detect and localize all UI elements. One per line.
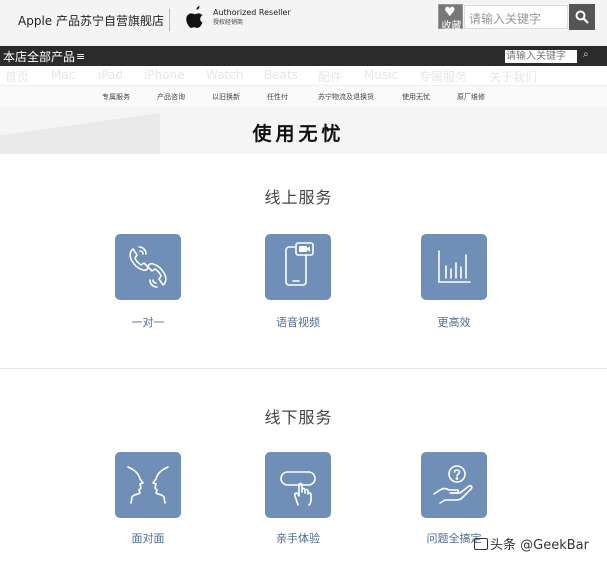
phone-calls-icon [129,246,167,288]
question-hand-icon [433,465,473,504]
offline-service-face-to-face[interactable] [115,452,181,518]
nav-item[interactable]: iPad [98,68,123,82]
subnav-item[interactable]: 产品咨询 [157,92,185,102]
watermark: 头条 @GeekBar [474,534,589,553]
online-service-label: 更高效 [437,316,471,329]
store-category-bar: 本店全部产品 ≡ 请输入关键字 ⌕ [0,46,607,66]
subnav-item[interactable]: 专属服务 [102,92,130,102]
nav-item[interactable]: 关于我们 [489,68,537,85]
store-search-icon[interactable]: ⌕ [583,49,589,60]
nav-item[interactable]: 首页 [5,68,29,85]
face-to-face-icon [127,466,169,504]
hand-touch-icon [280,471,316,506]
nav-item[interactable]: Watch [206,68,243,82]
offline-service-label: 亲手体验 [276,532,320,545]
online-service-one-on-one[interactable] [115,234,181,300]
reseller-en: Authorized Reseller [213,8,291,17]
subnav-item[interactable]: 原厂维修 [457,92,485,102]
page-banner: 使用无忧 [0,107,607,154]
store-name[interactable]: Apple 产品苏宁自营旗舰店 [18,12,164,29]
nav-item[interactable]: Music [364,68,398,82]
favorite-button[interactable]: ♥ 收藏 [438,4,463,32]
section-divider [0,368,607,369]
subnav-item[interactable]: 使用无忧 [402,92,430,102]
bar-chart-icon [438,250,471,283]
offline-service-label: 面对面 [131,532,165,545]
page-title: 使用无忧 [252,123,345,145]
video-call-icon [285,242,314,286]
online-service-video[interactable] [265,234,331,300]
reseller-cn: 授权经销商 [213,19,244,26]
subnav-item[interactable]: 任性付 [267,92,288,102]
store-header: Apple 产品苏宁自营旗舰店 Authorized Reseller 授权经销… [0,0,607,46]
nav-item[interactable]: 配件 [318,68,342,85]
offline-service-hands-on[interactable] [265,452,331,518]
subnav-item[interactable]: 苏宁物流及退换货 [318,92,374,102]
menu-icon[interactable]: ≡ [76,50,85,63]
all-products-link[interactable]: 本店全部产品 [3,48,75,65]
search-button[interactable] [569,4,595,30]
apple-logo-icon [186,6,203,28]
offline-services-title: 线下服务 [264,408,333,427]
nav-item[interactable]: 专属服务 [419,68,467,85]
store-search-input[interactable]: 请输入关键字 [505,50,577,63]
search-icon [575,10,589,24]
subnav-item[interactable]: 以旧换新 [212,92,240,102]
favorite-label: 收藏 [441,21,462,32]
offline-service-problem-solved[interactable] [421,452,487,518]
online-service-label: 语音视频 [276,316,320,329]
toutiao-icon [474,538,488,550]
online-services-title: 线上服务 [264,188,333,207]
search-input[interactable]: 请输入关键字 [464,5,568,29]
main-nav: 首页 Mac iPad iPhone Watch Beats 配件 Music … [0,66,607,85]
online-service-efficient[interactable] [421,234,487,300]
online-service-label: 一对一 [131,316,165,329]
watermark-text: 头条 @GeekBar [490,538,589,553]
nav-item[interactable]: iPhone [144,68,185,82]
nav-item[interactable]: Beats [264,68,298,82]
service-subnav: 专属服务 产品咨询 以旧换新 任性付 苏宁物流及退换货 使用无忧 原厂维修 [0,85,607,107]
header-divider [169,9,170,31]
nav-item[interactable]: Mac [51,68,75,82]
authorized-reseller: Authorized Reseller 授权经销商 [213,9,291,26]
